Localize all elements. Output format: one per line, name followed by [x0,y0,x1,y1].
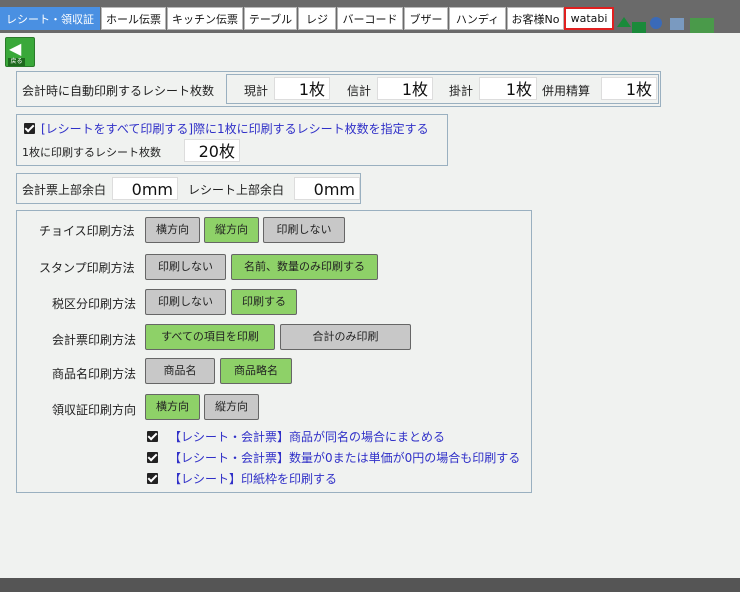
merge-same-name-checkbox[interactable] [147,431,158,442]
receipt-margin-label: レシート上部余白 [188,183,285,197]
combined-count-field[interactable]: 1枚 [601,77,657,100]
back-label: 戻る [8,58,25,66]
tax-no-print-button[interactable]: 印刷しない [145,289,226,315]
credit-count-field[interactable]: 1枚 [377,77,433,100]
credit-label: 信計 [347,84,372,98]
stamp-method-label: スタンプ印刷方法 [39,261,135,275]
refresh-icon [650,17,662,29]
window-icon [670,18,684,30]
choice-method-label: チョイス印刷方法 [39,224,135,238]
back-button[interactable]: ◀ 戻る [5,37,35,67]
print-all-label: [レシートをすべて印刷する]際に1枚に印刷するレシート枚数を指定する [41,122,429,136]
up-arrow-stem-icon [632,22,646,33]
tab-barcode[interactable]: バーコード [337,7,403,30]
cash-label: 現計 [244,84,269,98]
bill-method-label: 会計票印刷方法 [52,333,137,347]
back-arrow-icon: ◀ [9,39,22,58]
bill-margin-field[interactable]: 0mm [112,177,178,200]
tab-bar: レシート・領収証 ホール伝票 キッチン伝票 テーブル レジ バーコード ブザー … [0,0,740,33]
receipt-count-panel: 会計時に自動印刷するレシート枚数 現計 1枚 信計 1枚 掛計 1枚 併用精算 … [16,71,661,107]
bottom-strip [0,578,740,592]
tab-handy[interactable]: ハンディ [449,7,506,30]
stamp-no-print-button[interactable]: 印刷しない [145,254,226,280]
receipt-margin-field[interactable]: 0mm [294,177,360,200]
account-label: 掛計 [449,84,474,98]
product-short-name-button[interactable]: 商品略名 [220,358,292,384]
tax-method-label: 税区分印刷方法 [52,297,137,311]
stamp-name-qty-button[interactable]: 名前、数量のみ印刷する [231,254,378,280]
stamp-frame-label: 【レシート】印紙枠を印刷する [169,472,338,486]
next-icon [690,18,714,33]
print-zero-checkbox[interactable] [147,452,158,463]
tax-print-button[interactable]: 印刷する [231,289,297,315]
receipt-horizontal-button[interactable]: 横方向 [145,394,200,420]
print-all-checkbox[interactable] [24,123,35,134]
bill-total-only-button[interactable]: 合計のみ印刷 [280,324,411,350]
print-all-panel: [レシートをすべて印刷する]際に1枚に印刷するレシート枚数を指定する 1枚に印刷… [16,114,448,166]
sheets-per-page-label: 1枚に印刷するレシート枚数 [22,146,161,159]
choice-no-print-button[interactable]: 印刷しない [263,217,345,243]
tab-buzzer[interactable]: ブザー [404,7,448,30]
choice-horizontal-button[interactable]: 横方向 [145,217,200,243]
tab-receipt[interactable]: レシート・領収証 [0,7,100,30]
choice-vertical-button[interactable]: 縦方向 [204,217,259,243]
stamp-frame-checkbox[interactable] [147,473,158,484]
bill-all-items-button[interactable]: すべての項目を印刷 [145,324,275,350]
tab-kitchen-slip[interactable]: キッチン伝票 [167,7,243,30]
print-methods-panel: チョイス印刷方法 横方向 縦方向 印刷しない スタンプ印刷方法 印刷しない 名前… [16,210,532,493]
cash-count-field[interactable]: 1枚 [274,77,330,100]
product-name-method-label: 商品名印刷方法 [52,367,137,381]
tab-register[interactable]: レジ [298,7,336,30]
merge-same-name-label: 【レシート・会計票】商品が同名の場合にまとめる [169,430,446,444]
tab-customer-no[interactable]: お客様No [507,7,564,30]
margin-panel: 会計票上部余白 0mm レシート上部余白 0mm [16,173,361,204]
combined-label: 併用精算 [542,84,591,98]
tab-hall-slip[interactable]: ホール伝票 [101,7,166,30]
product-name-button[interactable]: 商品名 [145,358,215,384]
receipt-direction-label: 領収証印刷方向 [52,403,137,417]
receipt-count-title: 会計時に自動印刷するレシート枚数 [22,84,215,98]
tab-watabi[interactable]: watabi [564,7,614,30]
sheets-per-page-field[interactable]: 20枚 [184,139,240,162]
receipt-vertical-button[interactable]: 縦方向 [204,394,259,420]
tab-table[interactable]: テーブル [244,7,297,30]
print-zero-label: 【レシート・会計票】数量が0または単価が0円の場合も印刷する [169,451,521,465]
account-count-field[interactable]: 1枚 [479,77,537,100]
bill-margin-label: 会計票上部余白 [22,183,107,197]
up-arrow-icon [617,17,631,27]
